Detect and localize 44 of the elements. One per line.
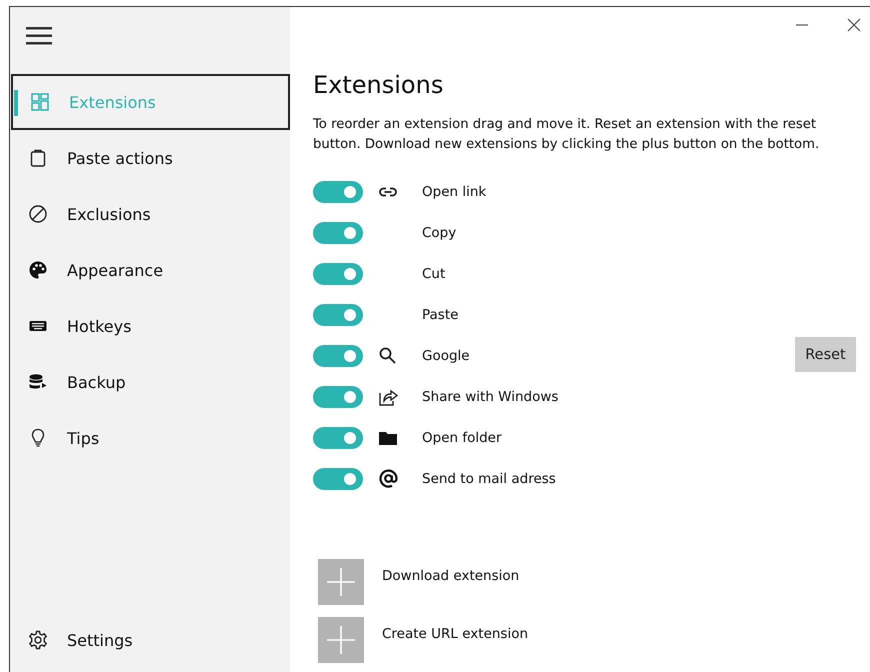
prohibited-icon	[28, 204, 48, 224]
extension-label: Share with Windows	[422, 388, 558, 404]
search-icon	[379, 347, 396, 364]
extension-label: Send to mail adress	[422, 470, 556, 486]
toggle-switch[interactable]	[313, 262, 363, 284]
toggle-switch[interactable]	[313, 222, 363, 244]
settings-icon	[28, 630, 48, 650]
toggle-switch[interactable]	[313, 304, 363, 326]
extension-label: Open folder	[422, 430, 502, 446]
sidebar-item[interactable]: Backup	[10, 354, 290, 410]
add-button-label[interactable]: Create URL extension	[382, 626, 528, 642]
description-text: To reorder an extension drag and move it. Reset an extension with the reset button. Download new extensions by clicking the plus button on the bottom.	[313, 116, 820, 154]
at-sign-icon	[379, 469, 398, 488]
toggle-switch[interactable]	[313, 426, 363, 448]
add-button[interactable]	[318, 559, 364, 605]
toggle-switch[interactable]	[313, 386, 363, 408]
add-button-label[interactable]: Download extension	[382, 568, 520, 584]
toggle-switch[interactable]	[313, 344, 363, 366]
palette-icon	[28, 260, 48, 280]
toggle-switch[interactable]	[313, 180, 363, 202]
extension-label: Google	[422, 348, 470, 364]
extension-label: Copy	[422, 224, 456, 240]
plus-icon	[326, 567, 356, 597]
extension-label: Paste	[422, 306, 458, 322]
add-button[interactable]	[318, 617, 364, 663]
sidebar-item[interactable]: Exclusions	[10, 186, 290, 242]
sidebar-item[interactable]: Appearance	[10, 242, 290, 298]
extension-label: Open link	[422, 184, 486, 200]
close-icon[interactable]	[847, 18, 861, 32]
reset-button[interactable]: Reset	[795, 337, 856, 372]
menu-icon[interactable]	[26, 27, 52, 45]
extension-label: Cut	[422, 266, 446, 282]
link-icon	[379, 186, 397, 196]
sidebar-item[interactable]: Hotkeys	[10, 298, 290, 354]
sidebar-item[interactable]: Paste actions	[10, 130, 290, 186]
page-title: Extensions	[313, 71, 444, 99]
sidebar-item[interactable]: Settings	[10, 612, 290, 668]
sidebar-item[interactable]: Tips	[10, 410, 290, 466]
plus-icon	[326, 625, 356, 655]
clipboard-icon	[28, 148, 48, 168]
share-icon	[379, 388, 398, 406]
toggle-switch[interactable]	[313, 468, 363, 490]
folder-icon	[379, 430, 397, 444]
grid-icon	[30, 92, 50, 112]
